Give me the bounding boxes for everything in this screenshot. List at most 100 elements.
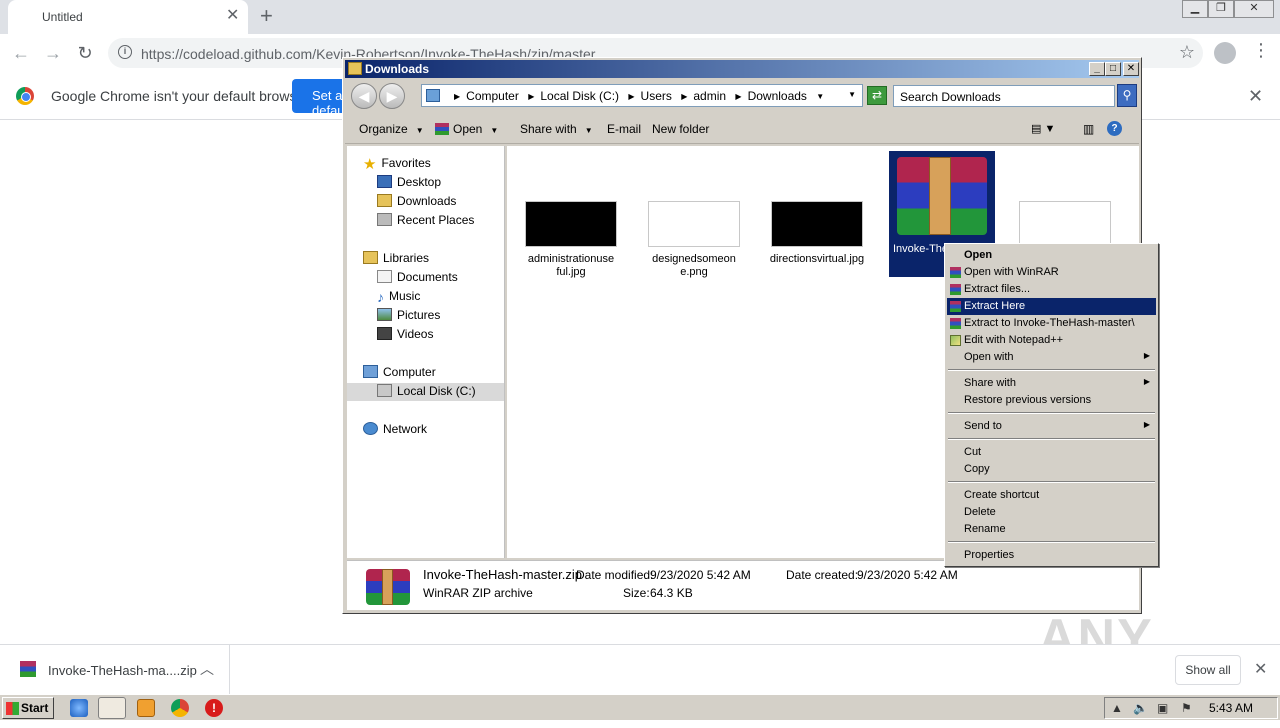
flag-tray-icon[interactable]: ⚑ bbox=[1181, 701, 1192, 715]
menu-restore-previous[interactable]: Restore previous versions bbox=[947, 392, 1156, 409]
menu-dots-icon[interactable]: ⋮ bbox=[1252, 40, 1270, 61]
media-player-icon[interactable] bbox=[137, 699, 155, 717]
nav-videos[interactable]: Videos bbox=[377, 327, 433, 345]
windows-flag-icon bbox=[6, 702, 19, 715]
chrome-logo-icon bbox=[16, 87, 34, 105]
winrar-icon bbox=[950, 301, 961, 312]
menu-rename[interactable]: Rename bbox=[947, 521, 1156, 538]
back-icon[interactable]: ◀ bbox=[351, 83, 377, 109]
image-thumbnail[interactable] bbox=[1019, 201, 1111, 247]
menu-delete[interactable]: Delete bbox=[947, 504, 1156, 521]
nav-favorites[interactable]: ★ Favorites bbox=[363, 156, 431, 174]
download-bar: Invoke-TheHash-ma....zip ︿ Show all ✕ bbox=[0, 644, 1280, 695]
tab-close-icon[interactable]: ✕ bbox=[226, 8, 239, 24]
email-button[interactable]: E-mail bbox=[607, 122, 641, 136]
bookmark-star-icon[interactable]: ☆ bbox=[1179, 42, 1195, 63]
menu-create-shortcut[interactable]: Create shortcut bbox=[947, 487, 1156, 504]
tray-expand-icon[interactable]: ▲ bbox=[1111, 701, 1123, 715]
taskbar: Start ! ▲ 🔈 ▣ ⚑ 5:43 AM bbox=[0, 694, 1280, 720]
search-input[interactable]: Search Downloads bbox=[893, 85, 1115, 107]
restore-icon[interactable]: ❐ bbox=[1208, 0, 1234, 18]
menu-send-to[interactable]: Send to ▶ bbox=[947, 418, 1156, 435]
chevron-up-icon[interactable]: ︿ bbox=[200, 659, 214, 679]
menu-open-with-winrar[interactable]: Open with WinRAR bbox=[947, 264, 1156, 281]
menu-copy[interactable]: Copy bbox=[947, 461, 1156, 478]
refresh-icon[interactable]: ⇄ bbox=[867, 86, 887, 105]
share-with-button[interactable]: Share with ▼ bbox=[520, 122, 593, 136]
profile-avatar[interactable] bbox=[1214, 42, 1236, 64]
disk-icon bbox=[377, 384, 392, 397]
context-menu: Open Open with WinRAR Extract files... E… bbox=[944, 243, 1159, 567]
nav-downloads[interactable]: Downloads bbox=[377, 194, 456, 212]
file-item[interactable]: directionsvirtual.jpg bbox=[767, 201, 867, 266]
menu-share-with[interactable]: Share with ▶ bbox=[947, 375, 1156, 392]
nav-network[interactable]: Network bbox=[363, 422, 427, 440]
nav-libraries[interactable]: Libraries bbox=[363, 251, 429, 269]
nav-pictures[interactable]: Pictures bbox=[377, 308, 440, 326]
crumb-downloads[interactable]: Downloads bbox=[748, 89, 807, 103]
help-icon[interactable]: ? bbox=[1107, 121, 1122, 136]
network-tray-icon[interactable]: ▣ bbox=[1157, 701, 1168, 715]
open-button[interactable]: Open ▼ bbox=[435, 122, 498, 136]
chevron-down-icon[interactable]: ▼ bbox=[848, 90, 856, 99]
explorer-taskbar-icon[interactable] bbox=[98, 697, 126, 719]
winrar-icon bbox=[435, 123, 449, 135]
minimize-icon[interactable]: _ bbox=[1089, 62, 1105, 76]
download-item[interactable]: Invoke-TheHash-ma....zip ︿ bbox=[0, 645, 230, 695]
navigation-pane: ★ Favorites Desktop Downloads Recent Plac… bbox=[347, 146, 505, 558]
ie-icon[interactable] bbox=[70, 699, 88, 717]
nav-computer[interactable]: Computer bbox=[363, 365, 436, 383]
menu-cut[interactable]: Cut bbox=[947, 444, 1156, 461]
file-item[interactable]: designedsomeone.png bbox=[644, 201, 744, 279]
menu-properties[interactable]: Properties bbox=[947, 547, 1156, 564]
reload-icon[interactable]: ↻ bbox=[72, 40, 98, 66]
crumb-computer[interactable]: Computer bbox=[466, 89, 519, 103]
music-icon: ♪ bbox=[377, 289, 384, 305]
crumb-users[interactable]: Users bbox=[641, 89, 672, 103]
image-thumbnail bbox=[648, 201, 740, 247]
view-options-icon[interactable]: ▤ ▼ bbox=[1031, 122, 1055, 135]
menu-open[interactable]: Open bbox=[947, 247, 1156, 264]
breadcrumb[interactable]: ▶ Computer ▶ Local Disk (C:) ▶ Users ▶ admin… bbox=[421, 84, 863, 107]
folder-icon bbox=[348, 62, 362, 75]
menu-open-with[interactable]: Open with ▶ bbox=[947, 349, 1156, 366]
image-thumbnail bbox=[525, 201, 617, 247]
new-tab-icon[interactable]: + bbox=[260, 5, 273, 27]
crumb-admin[interactable]: admin bbox=[693, 89, 726, 103]
winrar-icon bbox=[20, 661, 36, 677]
organize-button[interactable]: Organize ▼ bbox=[359, 122, 424, 136]
close-icon[interactable]: ✕ bbox=[1123, 62, 1139, 76]
back-icon[interactable]: ← bbox=[8, 40, 34, 66]
site-info-icon[interactable]: i bbox=[118, 45, 132, 59]
maximize-icon[interactable]: □ bbox=[1105, 62, 1121, 76]
nav-local-disk[interactable]: Local Disk (C:) bbox=[347, 383, 504, 401]
file-item[interactable]: administrationuseful.jpg bbox=[521, 201, 621, 279]
forward-icon[interactable]: ▶ bbox=[379, 83, 405, 109]
menu-edit-notepad[interactable]: Edit with Notepad++ bbox=[947, 332, 1156, 349]
close-window-icon[interactable]: ✕ bbox=[1234, 0, 1274, 18]
warning-icon[interactable]: ! bbox=[205, 699, 223, 717]
browser-tab[interactable]: Untitled ✕ bbox=[8, 0, 248, 34]
new-folder-button[interactable]: New folder bbox=[652, 122, 709, 136]
nav-recent-places[interactable]: Recent Places bbox=[377, 213, 474, 231]
crumb-local-disk[interactable]: Local Disk (C:) bbox=[540, 89, 619, 103]
infobar-text: Google Chrome isn't your default browser bbox=[51, 88, 309, 104]
preview-pane-icon[interactable]: ▥ bbox=[1083, 122, 1094, 136]
menu-extract-files[interactable]: Extract files... bbox=[947, 281, 1156, 298]
infobar-close-icon[interactable]: ✕ bbox=[1248, 86, 1263, 107]
start-button[interactable]: Start bbox=[2, 697, 54, 719]
download-bar-close-icon[interactable]: ✕ bbox=[1254, 659, 1267, 679]
nav-music[interactable]: ♪ Music bbox=[377, 289, 420, 307]
minimize-icon[interactable]: ▁ bbox=[1182, 0, 1208, 18]
forward-icon[interactable]: → bbox=[40, 40, 66, 66]
menu-extract-to[interactable]: Extract to Invoke-TheHash-master\ bbox=[947, 315, 1156, 332]
nav-documents[interactable]: Documents bbox=[377, 270, 458, 288]
search-icon[interactable]: ⚲ bbox=[1117, 84, 1137, 107]
volume-icon[interactable]: 🔈 bbox=[1133, 701, 1148, 715]
details-pane: Invoke-TheHash-master.zip WinRAR ZIP arc… bbox=[347, 560, 1139, 610]
show-all-button[interactable]: Show all bbox=[1175, 655, 1241, 685]
nav-desktop[interactable]: Desktop bbox=[377, 175, 441, 193]
menu-extract-here[interactable]: Extract Here bbox=[947, 298, 1156, 315]
explorer-titlebar[interactable]: Downloads _ □ ✕ bbox=[345, 60, 1139, 78]
chrome-taskbar-icon[interactable] bbox=[171, 699, 189, 717]
